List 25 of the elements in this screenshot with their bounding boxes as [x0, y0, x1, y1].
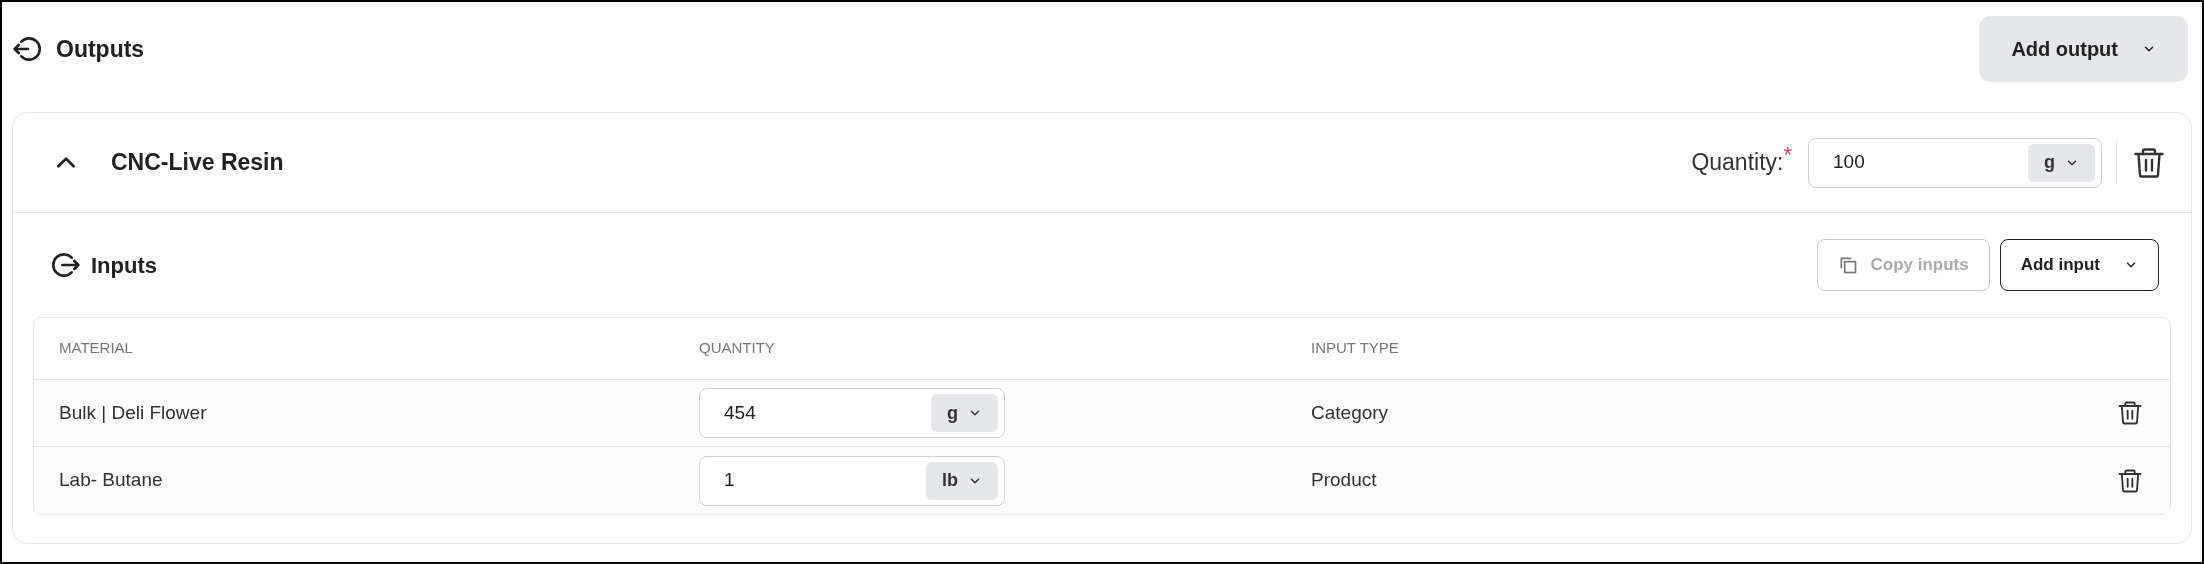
trash-icon[interactable] — [2116, 399, 2144, 427]
section-title: Outputs — [56, 34, 145, 64]
quantity-value: 100 — [1833, 150, 1865, 175]
quantity-field[interactable]: 1 lb — [699, 455, 1005, 506]
inputs-title: Inputs — [91, 251, 157, 280]
material-cell-text: Lab- Butane — [59, 468, 164, 493]
quantity-value: 454 — [724, 400, 756, 425]
required-mark: * — [1783, 140, 1792, 169]
quantity-label: Quantity: — [1691, 148, 1784, 178]
quantity-field[interactable]: 454 g — [699, 388, 1005, 438]
add-output-button[interactable]: Add output — [1979, 16, 2188, 82]
column-header: INPUT TYPE — [1311, 338, 1400, 359]
quantity-field[interactable]: 100 g — [1808, 137, 2102, 188]
material-cell-text: Bulk | Deli Flower — [59, 400, 208, 425]
input-type-cell-text: Category — [1311, 400, 1390, 425]
unit-dropdown[interactable]: lb — [926, 461, 998, 500]
input-type-cell-text: Product — [1311, 468, 1378, 493]
quantity-value: 1 — [724, 468, 735, 493]
output-name: CNC-Live Resin — [111, 148, 284, 178]
column-header: MATERIAL — [59, 338, 134, 359]
unit-dropdown[interactable]: g — [2028, 143, 2095, 182]
unit-dropdown[interactable]: g — [931, 394, 998, 432]
copy-icon — [1838, 255, 1859, 275]
add-input-button[interactable]: Add input — [1999, 239, 2159, 291]
column-header: QUANTITY — [699, 338, 776, 359]
